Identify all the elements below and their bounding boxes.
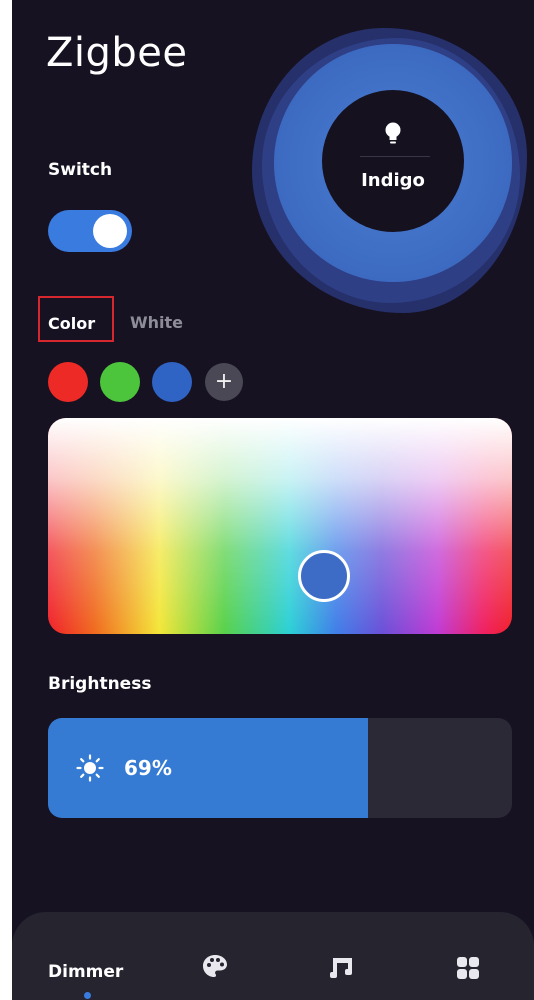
orb-divider	[360, 156, 430, 157]
switch-label: Switch	[48, 160, 113, 180]
color-preview-orb[interactable]: Indigo	[244, 8, 534, 318]
active-tab-indicator	[84, 992, 91, 999]
brightness-slider[interactable]: 69%	[48, 718, 512, 818]
color-spectrum-picker[interactable]	[48, 418, 512, 634]
current-color-name: Indigo	[361, 170, 425, 191]
toggle-knob	[93, 214, 127, 248]
swatch-green[interactable]	[100, 362, 140, 402]
swatch-red[interactable]	[48, 362, 88, 402]
bottom-navigation: Dimmer	[12, 912, 534, 1000]
tab-white[interactable]: White	[130, 313, 183, 332]
music-icon[interactable]	[330, 956, 354, 980]
brightness-value: 69%	[124, 756, 172, 780]
add-swatch-button[interactable]: +	[205, 363, 243, 401]
power-toggle[interactable]	[48, 210, 132, 252]
swatch-blue[interactable]	[152, 362, 192, 402]
tab-color-label: Color	[48, 314, 96, 333]
light-control-screen: Zigbee Indigo Switch Color White + Brigh…	[12, 0, 534, 1000]
tab-color[interactable]: Color	[38, 296, 114, 342]
nav-dimmer[interactable]: Dimmer	[48, 962, 123, 982]
sun-icon	[76, 754, 104, 782]
palette-icon[interactable]	[202, 954, 228, 978]
lightbulb-icon	[385, 122, 401, 144]
color-picker-handle[interactable]	[298, 550, 350, 602]
orb-center: Indigo	[322, 90, 464, 232]
page-title: Zigbee	[46, 30, 188, 76]
grid-icon[interactable]	[456, 956, 480, 980]
brightness-label: Brightness	[48, 674, 152, 694]
